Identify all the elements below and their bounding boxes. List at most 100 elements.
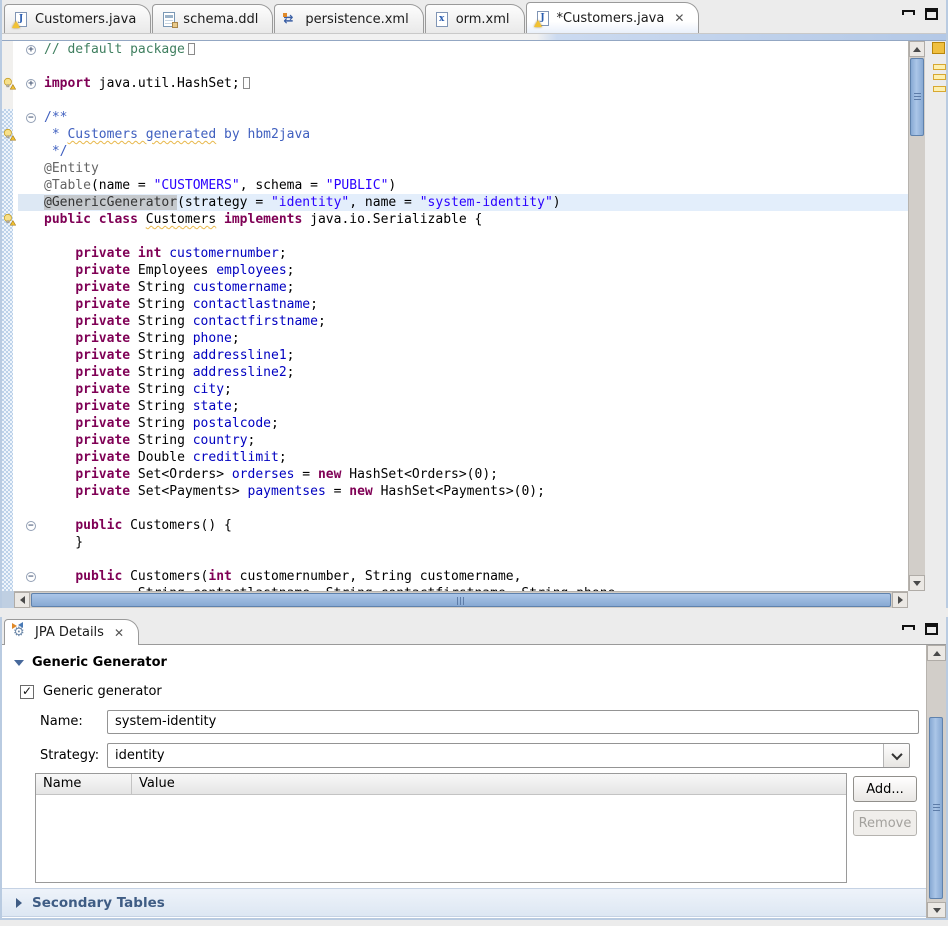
code-line[interactable]: @GenericGenerator(strategy = "identity",… bbox=[2, 194, 908, 211]
fold-expand-icon[interactable]: + bbox=[26, 79, 36, 89]
warning-header-marker[interactable] bbox=[932, 42, 945, 54]
add-button[interactable]: Add... bbox=[853, 776, 917, 802]
code-line[interactable]: */ bbox=[2, 143, 908, 160]
scrollbar-thumb[interactable] bbox=[31, 593, 891, 607]
scroll-right-icon[interactable] bbox=[892, 592, 908, 608]
code-line[interactable]: − public Customers(int customernumber, S… bbox=[2, 568, 908, 585]
code-line[interactable]: private String country; bbox=[2, 432, 908, 449]
code-text[interactable]: import java.util.HashSet; bbox=[44, 75, 908, 92]
warning-marker[interactable] bbox=[933, 74, 946, 80]
jpa-vertical-scrollbar[interactable] bbox=[926, 645, 946, 918]
code-text[interactable]: private String addressline2; bbox=[44, 364, 908, 381]
code-line[interactable]: private Double creditlimit; bbox=[2, 449, 908, 466]
dropdown-button[interactable] bbox=[883, 744, 909, 767]
code-line[interactable]: private String addressline2; bbox=[2, 364, 908, 381]
editor-horizontal-scrollbar[interactable] bbox=[14, 591, 908, 608]
code-line[interactable]: +// default package bbox=[2, 41, 908, 58]
fold-column[interactable]: + bbox=[18, 75, 44, 92]
code-line[interactable]: private Set<Payments> paymentses = new H… bbox=[2, 483, 908, 500]
fold-collapse-icon[interactable]: − bbox=[26, 572, 36, 582]
scroll-up-icon[interactable] bbox=[909, 41, 925, 57]
folded-region-box[interactable] bbox=[243, 77, 250, 89]
fold-column[interactable]: + bbox=[18, 41, 44, 58]
code-text[interactable]: */ bbox=[44, 143, 908, 160]
code-line[interactable]: private int customernumber; bbox=[2, 245, 908, 262]
code-text[interactable]: @Table(name = "CUSTOMERS", schema = "PUB… bbox=[44, 177, 908, 194]
code-line[interactable]: + import java.util.HashSet; bbox=[2, 75, 908, 92]
editor-tab-persistence.xml[interactable]: ⇄persistence.xml bbox=[274, 4, 423, 33]
fold-expand-icon[interactable]: + bbox=[26, 45, 36, 55]
code-text[interactable]: private String city; bbox=[44, 381, 908, 398]
folded-region-box[interactable] bbox=[188, 43, 195, 55]
code-text[interactable]: private Set<Payments> paymentses = new H… bbox=[44, 483, 908, 500]
minimize-icon[interactable] bbox=[902, 10, 915, 15]
code-line[interactable]: private Set<Orders> orderses = new HashS… bbox=[2, 466, 908, 483]
code-text[interactable] bbox=[44, 58, 908, 75]
code-text[interactable]: public Customers() { bbox=[44, 517, 908, 534]
code-text[interactable]: } bbox=[44, 534, 908, 551]
tab-jpa-details[interactable]: ⚙ JPA Details ✕ bbox=[4, 619, 139, 645]
code-text[interactable]: private Set<Orders> orderses = new HashS… bbox=[44, 466, 908, 483]
code-line[interactable] bbox=[2, 92, 908, 109]
fold-column[interactable]: − bbox=[18, 568, 44, 585]
code-text[interactable]: public Customers(int customernumber, Str… bbox=[44, 568, 908, 585]
code-text[interactable]: /** bbox=[44, 109, 908, 126]
name-input[interactable]: system-identity bbox=[107, 710, 919, 734]
code-text[interactable] bbox=[44, 500, 908, 517]
warning-marker[interactable] bbox=[933, 86, 946, 92]
maximize-icon[interactable] bbox=[925, 623, 938, 635]
code-text[interactable]: private String contactfirstname; bbox=[44, 313, 908, 330]
code-text[interactable]: * Customers generated by hbm2java bbox=[44, 126, 908, 143]
code-text[interactable]: @Entity bbox=[44, 160, 908, 177]
strategy-combobox[interactable]: identity bbox=[107, 743, 910, 768]
code-text[interactable] bbox=[44, 92, 908, 109]
maximize-icon[interactable] bbox=[925, 8, 938, 20]
code-line[interactable]: − public Customers() { bbox=[2, 517, 908, 534]
scroll-up-icon[interactable] bbox=[927, 645, 946, 661]
scroll-down-icon[interactable] bbox=[927, 902, 946, 918]
code-text[interactable] bbox=[44, 551, 908, 568]
editor-vertical-scrollbar[interactable] bbox=[908, 41, 925, 591]
code-line[interactable]: private Employees employees; bbox=[2, 262, 908, 279]
fold-collapse-icon[interactable]: − bbox=[26, 113, 36, 123]
code-text[interactable]: private String customername; bbox=[44, 279, 908, 296]
editor-tab-customers.java[interactable]: JCustomers.java bbox=[4, 4, 151, 33]
generic-generator-checkbox[interactable] bbox=[20, 685, 34, 699]
code-text[interactable]: private String contactlastname; bbox=[44, 296, 908, 313]
scrollbar-thumb[interactable] bbox=[910, 58, 924, 136]
code-line[interactable]: private String phone; bbox=[2, 330, 908, 347]
code-text[interactable] bbox=[44, 228, 908, 245]
code-line[interactable]: private String postalcode; bbox=[2, 415, 908, 432]
close-icon[interactable]: ✕ bbox=[674, 11, 684, 25]
warning-marker[interactable] bbox=[933, 64, 946, 70]
code-area[interactable]: +// default package+import java.util.Has… bbox=[2, 41, 908, 591]
code-line[interactable]: } bbox=[2, 534, 908, 551]
code-text[interactable]: private Double creditlimit; bbox=[44, 449, 908, 466]
code-text[interactable]: private String country; bbox=[44, 432, 908, 449]
code-line[interactable] bbox=[2, 58, 908, 75]
properties-table[interactable]: Name Value bbox=[35, 773, 847, 883]
code-text[interactable]: private String state; bbox=[44, 398, 908, 415]
code-text[interactable]: @GenericGenerator(strategy = "identity",… bbox=[44, 194, 908, 211]
code-text[interactable]: public class Customers implements java.i… bbox=[44, 211, 908, 228]
sash-divider[interactable] bbox=[0, 608, 948, 617]
code-line[interactable]: @Table(name = "CUSTOMERS", schema = "PUB… bbox=[2, 177, 908, 194]
fold-column[interactable]: − bbox=[18, 109, 44, 126]
editor-tab-schema.ddl[interactable]: schema.ddl bbox=[152, 4, 273, 33]
scroll-down-icon[interactable] bbox=[909, 575, 925, 591]
secondary-tables-section[interactable]: Secondary Tables bbox=[2, 888, 926, 917]
fold-column[interactable]: − bbox=[18, 517, 44, 534]
code-line[interactable]: * Customers generated by hbm2java bbox=[2, 126, 908, 143]
code-text[interactable]: private Employees employees; bbox=[44, 262, 908, 279]
code-text[interactable]: private int customernumber; bbox=[44, 245, 908, 262]
collapse-arrow-icon[interactable] bbox=[14, 660, 24, 666]
scroll-left-icon[interactable] bbox=[14, 592, 30, 608]
expand-arrow-icon[interactable] bbox=[16, 898, 22, 908]
code-text[interactable]: private String postalcode; bbox=[44, 415, 908, 432]
close-icon[interactable]: ✕ bbox=[114, 626, 124, 640]
code-line[interactable]: −/** bbox=[2, 109, 908, 126]
code-line[interactable] bbox=[2, 500, 908, 517]
code-line[interactable] bbox=[2, 551, 908, 568]
fold-collapse-icon[interactable]: − bbox=[26, 521, 36, 531]
code-line[interactable]: @Entity bbox=[2, 160, 908, 177]
